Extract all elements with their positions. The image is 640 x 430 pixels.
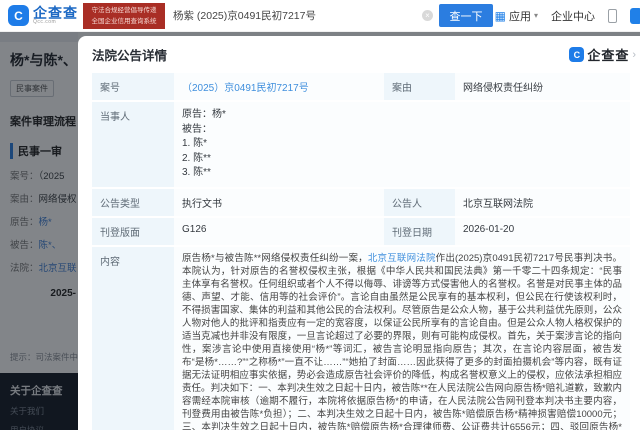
parties-value: 原告：杨* 被告： 1. 陈* 2. 陈** 3. 陈** (174, 102, 630, 187)
credit-slogan-badge: 守法合规经营倡导传递 全国企业信用查询系统 (83, 3, 165, 29)
table-row: 案号 （2025）京0491民初7217号 案由 网络侵权责任纠纷 (92, 73, 630, 100)
top-navbar: C 企查查 Qcc.com 守法合规经营倡导传递 全国企业信用查询系统 × 查一… (0, 0, 640, 32)
modal-header: 法院公告详情 C 企查查 › (92, 45, 630, 64)
qcc-logo-text: 企查查 Qcc.com (33, 6, 78, 25)
badge-line1: 守法合规经营倡导传递 (83, 5, 165, 16)
announcer-label: 公告人 (384, 189, 455, 216)
case-no-label: 案号 (92, 73, 174, 100)
court-announcement-modal: 法院公告详情 C 企查查 › 案号 （2025）京0491民初7217号 案由 … (78, 36, 640, 430)
search-button[interactable]: 查一下 (439, 4, 493, 27)
apps-menu[interactable]: ▦ 应用 ▾ (495, 8, 538, 24)
enterprise-center-link[interactable]: 企业中心 (551, 8, 595, 24)
announcement-table: 案号 （2025）京0491民初7217号 案由 网络侵权责任纠纷 当事人 原告… (92, 73, 630, 430)
cause-label: 案由 (384, 73, 455, 100)
search-box: × (173, 4, 435, 28)
announcer-value: 北京互联网法院 (455, 189, 630, 216)
qcc-logo-text: 企查查 (587, 45, 629, 64)
modal-title: 法院公告详情 (92, 45, 167, 64)
table-row: 刊登版面 G126 刊登日期 2026-01-20 (92, 218, 630, 245)
parties-label: 当事人 (92, 102, 174, 187)
badge-line2: 全国企业信用查询系统 (83, 16, 165, 27)
case-no-link[interactable]: （2025）京0491民初7217号 (182, 83, 309, 94)
content-value: 原告杨*与被告陈**网络侵权责任纠纷一案，北京互联网法院作出(2025)京049… (174, 247, 630, 430)
content-label: 内容 (92, 247, 174, 430)
case-no-value: （2025）京0491民初7217号 (174, 73, 384, 100)
navbar-right: ▦ 应用 ▾ 企业中心 (495, 8, 640, 24)
qcc-logo-icon: C (569, 47, 584, 62)
table-row: 内容 原告杨*与被告陈**网络侵权责任纠纷一案，北京互联网法院作出(2025)京… (92, 247, 630, 430)
party-line: 3. 陈** (182, 166, 622, 181)
content-text-2: 作出(2025)京0491民初7217号民事判决书。本院认为，针对原告的名誉权侵… (182, 253, 622, 430)
qcc-logo-cn: 企查查 (33, 6, 78, 20)
clear-icon[interactable]: × (422, 10, 433, 21)
type-value: 执行文书 (174, 189, 384, 216)
date-value: 2026-01-20 (455, 218, 630, 245)
table-row: 当事人 原告：杨* 被告： 1. 陈* 2. 陈** 3. 陈** (92, 102, 630, 187)
party-line: 被告： (182, 123, 622, 138)
content-text-1: 原告杨*与被告陈**网络侵权责任纠纷一案， (182, 253, 368, 264)
type-label: 公告类型 (92, 189, 174, 216)
cause-value: 网络侵权责任纠纷 (455, 73, 630, 100)
court-link[interactable]: 北京互联网法院 (368, 253, 436, 264)
page-label: 刊登版面 (92, 218, 174, 245)
edge-shortcut-icon[interactable] (630, 8, 640, 24)
search-input[interactable] (173, 4, 435, 28)
chevron-down-icon: ▾ (534, 11, 538, 20)
party-line: 2. 陈** (182, 152, 622, 167)
party-line: 原告：杨* (182, 108, 622, 123)
apps-grid-icon: ▦ (495, 10, 506, 22)
date-label: 刊登日期 (384, 218, 455, 245)
mobile-app-icon[interactable] (608, 9, 617, 23)
modal-qcc-logo: C 企查查 › (569, 45, 630, 64)
qcc-logo[interactable]: C 企查查 Qcc.com (8, 5, 78, 26)
apps-label: 应用 (509, 8, 531, 24)
table-row: 公告类型 执行文书 公告人 北京互联网法院 (92, 189, 630, 216)
party-line: 1. 陈* (182, 137, 622, 152)
qcc-logo-icon: C (8, 5, 29, 26)
page-value: G126 (174, 218, 384, 245)
chevron-right-icon: › (632, 49, 636, 61)
